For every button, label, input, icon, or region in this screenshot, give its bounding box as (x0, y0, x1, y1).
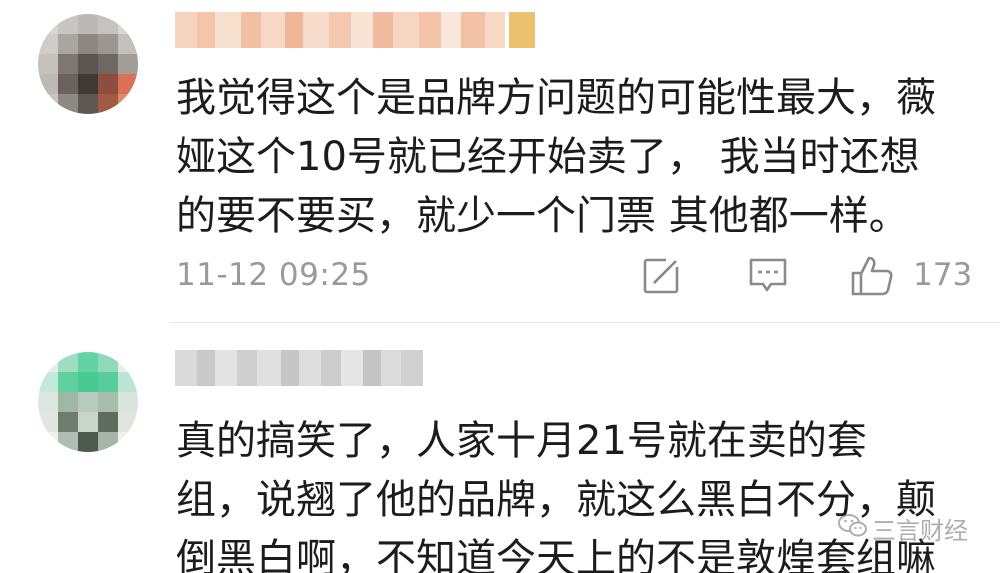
comment-line: 倒黑白啊，不知道今天上的不是敦煌套组嘛 (176, 536, 936, 573)
pixelated-avatar-image (38, 352, 138, 452)
watermark: 三言财经 (838, 512, 968, 545)
thumbs-up-icon[interactable] (851, 255, 895, 301)
comment-body: 我觉得这个是品牌方问题的可能性最大，薇 娅这个10号就已经开始卖了， 我当时还想的… (176, 69, 936, 246)
comment-line: 的要不要买，就少一个门票 其他都一样。 (176, 193, 909, 239)
comment-line: 我觉得这个是品牌方问题的可能性最大，薇 (176, 75, 936, 121)
share-icon[interactable] (642, 255, 682, 299)
comment-icon[interactable] (748, 255, 788, 299)
username-blurred[interactable] (175, 12, 535, 48)
wechat-icon (838, 513, 868, 543)
comment-feed: 我觉得这个是品牌方问题的可能性最大，薇 娅这个10号就已经开始卖了， 我当时还想的… (0, 0, 1000, 573)
comment-line: 组，说翘了他的品牌，就这么黑白不分，颠 (176, 477, 936, 523)
comment-meta: 11-12 09:25 173 (176, 252, 976, 300)
like-count: 173 (913, 257, 973, 293)
divider (170, 322, 1000, 323)
watermark-text: 三言财经 (872, 516, 968, 545)
avatar[interactable] (38, 14, 138, 114)
timestamp: 11-12 09:25 (176, 257, 371, 293)
comment-body: 真的搞笑了，人家十月21号就在卖的套组，说翘了他的品牌，就这么黑白不分，颠倒黑白… (176, 412, 936, 573)
pixelated-avatar-image (38, 14, 138, 114)
comment-line: 真的搞笑了，人家十月21号就在卖的套 (176, 418, 867, 464)
username-blurred[interactable] (175, 350, 423, 386)
avatar[interactable] (38, 352, 138, 452)
comment-line: 娅这个10号就已经开始卖了， 我当时还想 (176, 134, 920, 180)
